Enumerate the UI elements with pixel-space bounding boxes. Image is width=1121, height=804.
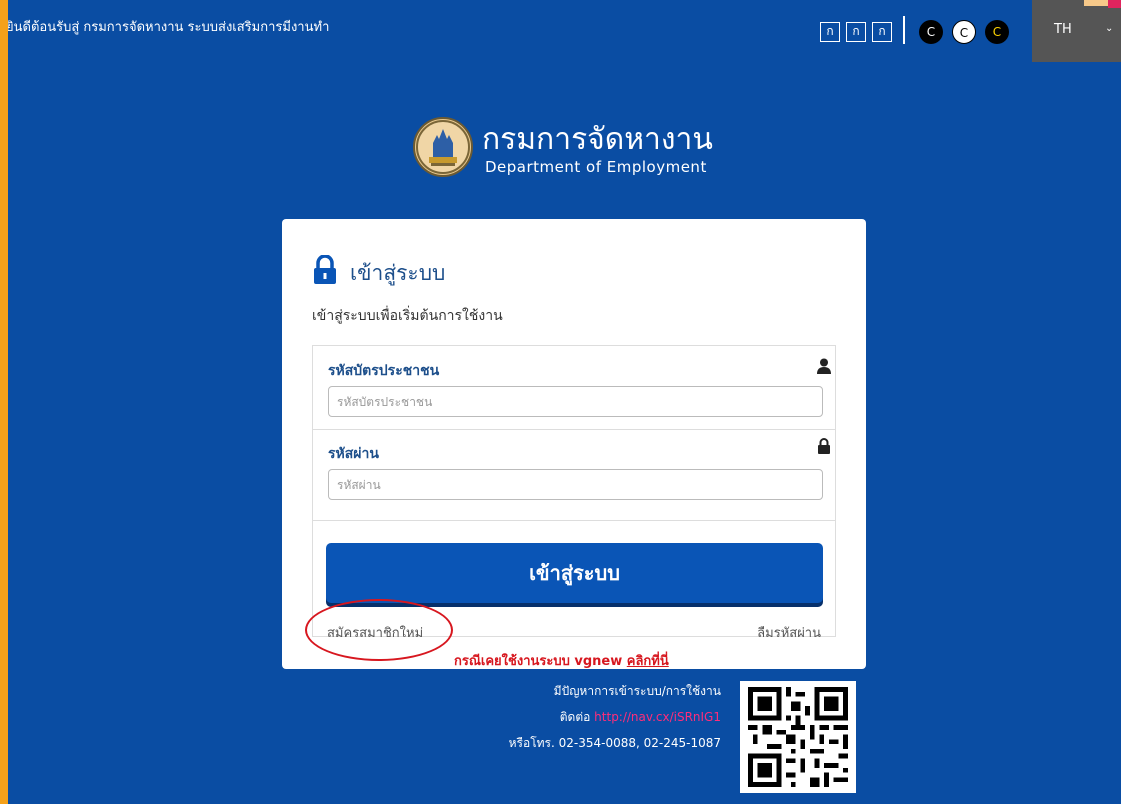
vgnew-text: กรณีเคยใช้งานระบบ vgnew — [454, 654, 623, 669]
contrast-yellow-button[interactable]: C — [985, 20, 1009, 44]
page-background: ยินดีต้อนรับสู่ กรมการจัดหางาน ระบบส่งเส… — [8, 0, 1121, 804]
login-title: เข้าสู่ระบบ — [350, 261, 446, 285]
contrast-white-button[interactable]: C — [952, 20, 976, 44]
user-icon — [817, 358, 831, 378]
help-contact-label: ติดต่อ — [559, 710, 591, 724]
login-submit-button[interactable]: เข้าสู่ระบบ — [326, 543, 823, 603]
department-seal-logo — [413, 117, 473, 177]
login-form: รหัสบัตรประชาชน รหัสผ่าน เข้าสู่ระบบ สมั… — [312, 345, 836, 641]
font-size-medium-button[interactable]: ก — [846, 22, 866, 42]
qr-code — [740, 681, 856, 793]
id-card-input[interactable] — [328, 386, 823, 417]
password-input[interactable] — [328, 469, 823, 500]
help-contact-url[interactable]: http://nav.cx/iSRnIG1 — [594, 710, 721, 724]
language-label: TH — [1054, 22, 1072, 37]
toolbar-divider — [903, 16, 905, 44]
chevron-down-icon: ⌄ — [1105, 23, 1114, 34]
lock-icon — [312, 254, 338, 289]
help-contact: ติดต่อ http://nav.cx/iSRnIG1 — [560, 708, 721, 727]
corner-decoration-red — [1108, 0, 1121, 8]
top-bar: ยินดีต้อนรับสู่ กรมการจัดหางาน ระบบส่งเส… — [8, 0, 1121, 62]
font-size-small-button[interactable]: ก — [820, 22, 840, 42]
vgnew-notice: กรณีเคยใช้งานระบบ vgnew คลิกที่นี่ — [454, 650, 669, 671]
language-selector[interactable]: TH ⌄ — [1032, 0, 1121, 62]
login-card: เข้าสู่ระบบ เข้าสู่ระบบเพื่อเริ่มต้นการใ… — [282, 219, 866, 669]
field-divider — [313, 520, 835, 521]
department-title: กรมการจัดหางาน — [482, 122, 713, 157]
red-circle-annotation — [305, 599, 453, 661]
corner-decoration-light — [1084, 0, 1108, 6]
help-line-1: มีปัญหาการเข้าระบบ/การใช้งาน — [553, 684, 721, 698]
vgnew-link[interactable]: คลิกที่นี่ — [627, 654, 669, 669]
department-subtitle: Department of Employment — [485, 158, 707, 176]
field-divider — [313, 429, 835, 430]
id-card-label: รหัสบัตรประชาชน — [328, 363, 440, 379]
password-label: รหัสผ่าน — [328, 446, 379, 462]
forgot-password-link[interactable]: ลืมรหัสผ่าน — [757, 622, 821, 643]
welcome-text: ยินดีต้อนรับสู่ กรมการจัดหางาน ระบบส่งเส… — [8, 20, 330, 35]
help-phone: หรือโทร. 02-354-0088, 02-245-1087 — [508, 736, 721, 750]
login-description: เข้าสู่ระบบเพื่อเริ่มต้นการใช้งาน — [312, 308, 503, 324]
contrast-default-button[interactable]: C — [919, 20, 943, 44]
padlock-icon — [817, 438, 831, 458]
font-size-large-button[interactable]: ก — [872, 22, 892, 42]
